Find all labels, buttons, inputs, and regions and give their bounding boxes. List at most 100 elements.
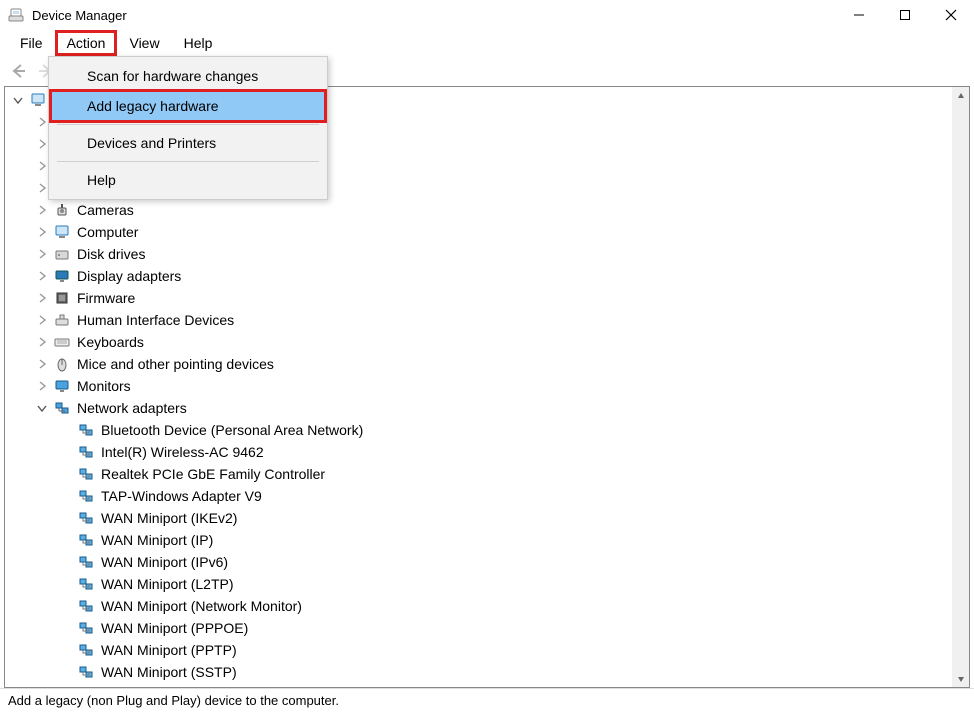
tree-node[interactable]: WAN Miniport (PPPOE) <box>5 617 952 639</box>
tree-node[interactable]: Human Interface Devices <box>5 309 952 331</box>
tree-node[interactable]: Intel(R) Wireless-AC 9462 <box>5 441 952 463</box>
network-icon <box>53 399 71 417</box>
tree-node[interactable]: WAN Miniport (Network Monitor) <box>5 595 952 617</box>
monitor-icon <box>53 377 71 395</box>
tree-node-label: Bluetooth Device (Personal Area Network) <box>101 422 363 438</box>
menu-item-scan-for-hardware-changes[interactable]: Scan for hardware changes <box>51 61 325 91</box>
tree-node-label: WAN Miniport (IP) <box>101 532 213 548</box>
tree-node-label: Cameras <box>77 202 134 218</box>
tree-node-label: WAN Miniport (PPPOE) <box>101 620 248 636</box>
chevron-down-icon[interactable] <box>35 401 49 415</box>
minimize-button[interactable] <box>836 0 882 30</box>
no-expander <box>59 577 73 591</box>
tree-node[interactable]: Realtek PCIe GbE Family Controller <box>5 463 952 485</box>
tree-node-label: Human Interface Devices <box>77 312 234 328</box>
menu-item-add-legacy-hardware[interactable]: Add legacy hardware <box>51 91 325 121</box>
tree-node[interactable]: Disk drives <box>5 243 952 265</box>
netcard-icon <box>77 465 95 483</box>
netcard-icon <box>77 619 95 637</box>
tree-node-label: Network adapters <box>77 400 187 416</box>
tree-node[interactable]: Firmware <box>5 287 952 309</box>
chevron-right-icon[interactable] <box>35 269 49 283</box>
tree-node-label: WAN Miniport (SSTP) <box>101 664 237 680</box>
tree-node[interactable]: WAN Miniport (IPv6) <box>5 551 952 573</box>
tree-node[interactable]: Keyboards <box>5 331 952 353</box>
tree-node[interactable]: WAN Miniport (IKEv2) <box>5 507 952 529</box>
no-expander <box>59 643 73 657</box>
netcard-icon <box>77 553 95 571</box>
tree-node-label: Realtek PCIe GbE Family Controller <box>101 466 325 482</box>
chevron-right-icon[interactable] <box>35 225 49 239</box>
computer-icon <box>53 223 71 241</box>
no-expander <box>59 423 73 437</box>
tree-node-label: Firmware <box>77 290 135 306</box>
chevron-right-icon[interactable] <box>35 137 49 151</box>
netcard-icon <box>77 575 95 593</box>
tree-node[interactable]: Mice and other pointing devices <box>5 353 952 375</box>
chevron-right-icon[interactable] <box>35 335 49 349</box>
chevron-right-icon[interactable] <box>35 203 49 217</box>
tree-node[interactable]: WAN Miniport (SSTP) <box>5 661 952 683</box>
tree-node-label: TAP-Windows Adapter V9 <box>101 488 262 504</box>
titlebar: Device Manager <box>0 0 974 30</box>
tree-node[interactable]: Computer <box>5 221 952 243</box>
menu-help[interactable]: Help <box>174 32 223 54</box>
maximize-button[interactable] <box>882 0 928 30</box>
chevron-down-icon[interactable] <box>11 93 25 107</box>
keyboard-icon <box>53 333 71 351</box>
chevron-right-icon[interactable] <box>35 291 49 305</box>
netcard-icon <box>77 641 95 659</box>
chevron-right-icon[interactable] <box>35 115 49 129</box>
tree-node[interactable]: Monitors <box>5 375 952 397</box>
tree-node-label: WAN Miniport (Network Monitor) <box>101 598 302 614</box>
tree-node-label: WAN Miniport (PPTP) <box>101 642 237 658</box>
tree-node[interactable]: Bluetooth Device (Personal Area Network) <box>5 419 952 441</box>
menu-view[interactable]: View <box>119 32 169 54</box>
tree-node-label: Intel(R) Wireless-AC 9462 <box>101 444 264 460</box>
tree-node-label: WAN Miniport (IPv6) <box>101 554 228 570</box>
statusbar: Add a legacy (non Plug and Play) device … <box>0 688 974 712</box>
chevron-right-icon[interactable] <box>35 313 49 327</box>
no-expander <box>59 555 73 569</box>
vertical-scrollbar[interactable] <box>952 87 969 687</box>
tree-node-label: Computer <box>77 224 138 240</box>
app-icon <box>8 7 24 23</box>
no-expander <box>59 489 73 503</box>
scroll-down-arrow[interactable] <box>952 670 969 687</box>
tree-node-label: WAN Miniport (IKEv2) <box>101 510 237 526</box>
tree-node-label: Display adapters <box>77 268 181 284</box>
menubar: FileActionViewHelp Scan for hardware cha… <box>0 30 974 56</box>
status-text: Add a legacy (non Plug and Play) device … <box>8 693 339 708</box>
no-expander <box>59 665 73 679</box>
hid-icon <box>53 311 71 329</box>
no-expander <box>59 621 73 635</box>
chevron-right-icon[interactable] <box>35 357 49 371</box>
tree-node-label: Monitors <box>77 378 131 394</box>
back-button[interactable] <box>6 59 30 83</box>
menu-item-devices-and-printers[interactable]: Devices and Printers <box>51 128 325 158</box>
tree-node[interactable]: WAN Miniport (IP) <box>5 529 952 551</box>
tree-node[interactable]: Network adapters <box>5 397 952 419</box>
menu-action[interactable]: Action <box>57 32 116 54</box>
tree-node[interactable]: WAN Miniport (L2TP) <box>5 573 952 595</box>
tree-node[interactable]: WAN Miniport (PPTP) <box>5 639 952 661</box>
netcard-icon <box>77 443 95 461</box>
chevron-right-icon[interactable] <box>35 247 49 261</box>
chevron-right-icon[interactable] <box>35 159 49 173</box>
tree-node[interactable]: TAP-Windows Adapter V9 <box>5 485 952 507</box>
menu-item-help[interactable]: Help <box>51 165 325 195</box>
tree-node[interactable]: Cameras <box>5 199 952 221</box>
display-icon <box>53 267 71 285</box>
close-button[interactable] <box>928 0 974 30</box>
chevron-right-icon[interactable] <box>35 379 49 393</box>
disk-icon <box>53 245 71 263</box>
tree-node-label: WAN Miniport (L2TP) <box>101 576 234 592</box>
camera-icon <box>53 201 71 219</box>
scroll-up-arrow[interactable] <box>952 87 969 104</box>
netcard-icon <box>77 421 95 439</box>
menu-file[interactable]: File <box>10 32 53 54</box>
no-expander <box>59 533 73 547</box>
action-menu-dropdown: Scan for hardware changesAdd legacy hard… <box>48 56 328 200</box>
chevron-right-icon[interactable] <box>35 181 49 195</box>
tree-node[interactable]: Display adapters <box>5 265 952 287</box>
